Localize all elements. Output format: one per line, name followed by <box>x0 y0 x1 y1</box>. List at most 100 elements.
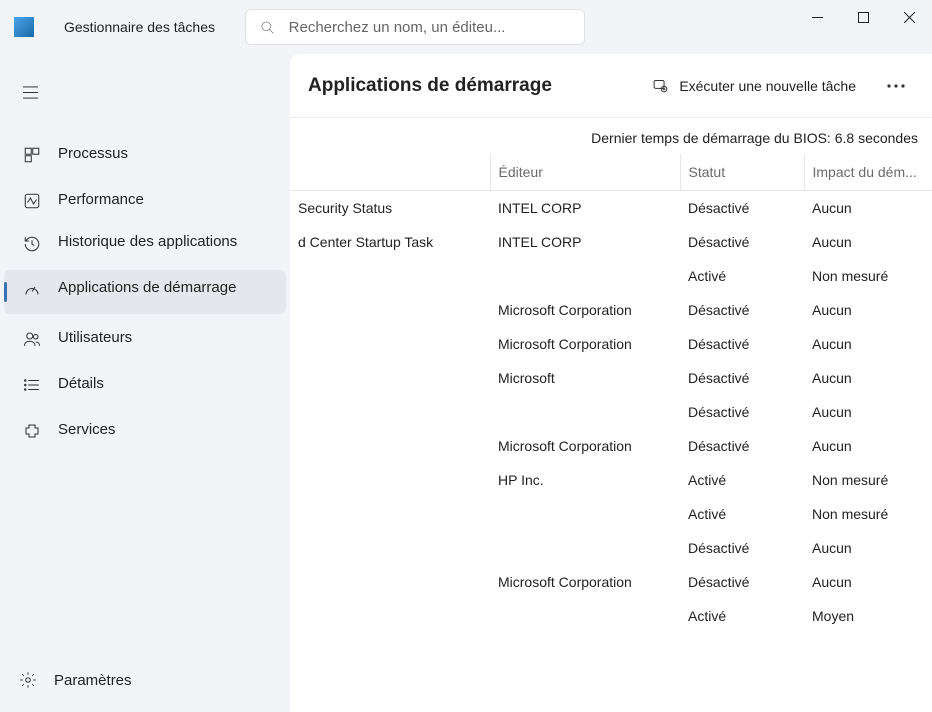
sidebar-item-details[interactable]: Détails <box>4 362 286 406</box>
cell-status: Activé <box>680 599 804 633</box>
table-header-row: Éditeur Statut Impact du dém... <box>290 154 932 191</box>
cell-impact: Aucun <box>804 429 932 463</box>
history-icon <box>22 234 42 254</box>
table-row[interactable]: HP Inc.ActivéNon mesuré <box>290 463 932 497</box>
grid-icon <box>22 145 42 165</box>
main-header: Applications de démarrage Exécuter une n… <box>290 54 932 118</box>
cell-status: Désactivé <box>680 565 804 599</box>
gear-icon <box>18 670 38 690</box>
column-header-status[interactable]: Statut <box>680 154 804 191</box>
table-row[interactable]: d Center Startup TaskINTEL CORPDésactivé… <box>290 225 932 259</box>
cell-impact: Non mesuré <box>804 259 932 293</box>
more-horizontal-icon <box>887 84 905 88</box>
table-row[interactable]: Security StatusINTEL CORPDésactivéAucun <box>290 191 932 225</box>
list-icon <box>22 375 42 395</box>
search-input[interactable] <box>289 19 570 36</box>
sidebar-item-processes[interactable]: Processus <box>4 132 286 176</box>
cell-impact: Aucun <box>804 361 932 395</box>
sidebar-item-users[interactable]: Utilisateurs <box>4 316 286 360</box>
cell-status: Désactivé <box>680 225 804 259</box>
table-row[interactable]: Microsoft CorporationDésactivéAucun <box>290 565 932 599</box>
page-title: Applications de démarrage <box>308 75 552 97</box>
cell-status: Activé <box>680 497 804 531</box>
sidebar-item-services[interactable]: Services <box>4 408 286 452</box>
column-header-publisher[interactable]: Éditeur <box>490 154 680 191</box>
sidebar: Processus Performance Historique des app… <box>0 54 290 712</box>
table-row[interactable]: Microsoft CorporationDésactivéAucun <box>290 429 932 463</box>
cell-impact: Aucun <box>804 191 932 225</box>
table-row[interactable]: MicrosoftDésactivéAucun <box>290 361 932 395</box>
users-icon <box>22 329 42 349</box>
sidebar-item-label: Détails <box>58 374 104 394</box>
cell-impact: Aucun <box>804 225 932 259</box>
cell-status: Désactivé <box>680 293 804 327</box>
cell-impact: Aucun <box>804 565 932 599</box>
maximize-button[interactable] <box>840 1 886 33</box>
more-options-button[interactable] <box>878 68 914 104</box>
cell-name <box>290 259 490 293</box>
cell-publisher <box>490 395 680 429</box>
cell-publisher <box>490 599 680 633</box>
app-icon <box>14 17 34 37</box>
cell-name <box>290 327 490 361</box>
cell-impact: Moyen <box>804 599 932 633</box>
activity-icon <box>22 191 42 211</box>
column-header-name[interactable] <box>290 154 490 191</box>
cell-impact: Aucun <box>804 531 932 565</box>
cell-status: Désactivé <box>680 395 804 429</box>
run-new-task-button[interactable]: Exécuter une nouvelle tâche <box>642 71 866 100</box>
sidebar-item-performance[interactable]: Performance <box>4 178 286 222</box>
table-row[interactable]: Microsoft CorporationDésactivéAucun <box>290 293 932 327</box>
run-task-icon <box>652 77 669 94</box>
window-controls <box>794 21 932 33</box>
table-row[interactable]: ActivéNon mesuré <box>290 497 932 531</box>
cell-name <box>290 361 490 395</box>
close-button[interactable] <box>886 1 932 33</box>
sidebar-item-label: Historique des applications <box>58 232 237 252</box>
minimize-button[interactable] <box>794 1 840 33</box>
table-row[interactable]: DésactivéAucun <box>290 395 932 429</box>
sidebar-item-startup-apps[interactable]: Applications de démarrage <box>4 270 286 314</box>
bios-boot-time: Dernier temps de démarrage du BIOS: 6.8 … <box>290 118 932 154</box>
run-task-label: Exécuter une nouvelle tâche <box>679 78 856 94</box>
gauge-icon <box>22 280 42 300</box>
cell-publisher <box>490 531 680 565</box>
sidebar-item-settings[interactable]: Paramètres <box>0 660 290 700</box>
table-row[interactable]: ActivéMoyen <box>290 599 932 633</box>
cell-name <box>290 565 490 599</box>
cell-status: Activé <box>680 259 804 293</box>
sidebar-item-label: Applications de démarrage <box>58 278 236 298</box>
cell-status: Désactivé <box>680 531 804 565</box>
table-row[interactable]: DésactivéAucun <box>290 531 932 565</box>
cell-publisher <box>490 497 680 531</box>
table-row[interactable]: ActivéNon mesuré <box>290 259 932 293</box>
cell-publisher: Microsoft Corporation <box>490 293 680 327</box>
hamburger-button[interactable] <box>8 74 52 110</box>
cell-publisher: HP Inc. <box>490 463 680 497</box>
sidebar-item-label: Processus <box>58 144 128 164</box>
sidebar-item-app-history[interactable]: Historique des applications <box>4 224 286 268</box>
sidebar-item-label: Services <box>58 420 116 440</box>
titlebar: Gestionnaire des tâches <box>0 0 932 54</box>
cell-name <box>290 429 490 463</box>
cell-status: Désactivé <box>680 429 804 463</box>
main-panel: Applications de démarrage Exécuter une n… <box>290 54 932 712</box>
app-title: Gestionnaire des tâches <box>64 19 215 35</box>
search-icon <box>260 20 275 35</box>
cell-name: d Center Startup Task <box>290 225 490 259</box>
cell-publisher: INTEL CORP <box>490 225 680 259</box>
cell-publisher: INTEL CORP <box>490 191 680 225</box>
cell-name <box>290 293 490 327</box>
search-box[interactable] <box>245 9 585 45</box>
cell-publisher <box>490 259 680 293</box>
cell-status: Désactivé <box>680 327 804 361</box>
startup-apps-table: Éditeur Statut Impact du dém... Security… <box>290 154 932 712</box>
cell-status: Désactivé <box>680 191 804 225</box>
sidebar-item-label: Performance <box>58 190 144 210</box>
cell-status: Désactivé <box>680 361 804 395</box>
table-row[interactable]: Microsoft CorporationDésactivéAucun <box>290 327 932 361</box>
cell-impact: Non mesuré <box>804 497 932 531</box>
sidebar-item-label: Utilisateurs <box>58 328 132 348</box>
column-header-impact[interactable]: Impact du dém... <box>804 154 932 191</box>
cell-impact: Aucun <box>804 293 932 327</box>
